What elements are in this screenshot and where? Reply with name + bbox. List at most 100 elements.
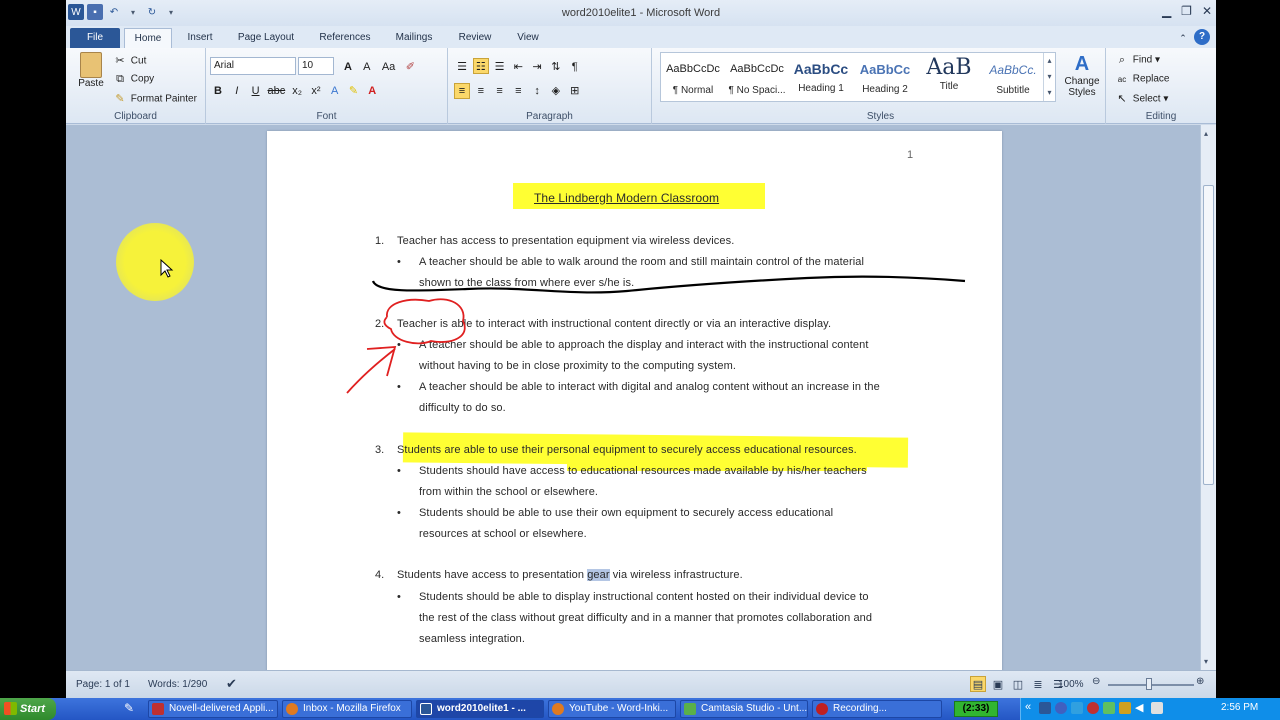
font-size-select[interactable]: 10: [298, 57, 334, 75]
scroll-up-icon[interactable]: ▴: [1204, 129, 1208, 138]
network-icon[interactable]: [1151, 702, 1163, 714]
taskbar-item-firefox[interactable]: Inbox - Mozilla Firefox: [282, 700, 412, 718]
copy-label: Copy: [130, 73, 155, 85]
superscript-icon[interactable]: x²: [308, 83, 324, 99]
restore-icon[interactable]: ❐: [1181, 4, 1192, 18]
line-spacing-icon[interactable]: ↕: [529, 83, 545, 99]
style-heading-1[interactable]: AaBbCc Heading 1: [789, 53, 853, 101]
clear-formatting-icon[interactable]: ✐: [402, 58, 418, 74]
bold-icon[interactable]: B: [210, 83, 226, 99]
copy-button[interactable]: ⧉ Copy: [112, 71, 154, 87]
show-desktop-icon[interactable]: ✎: [124, 701, 134, 715]
cut-button[interactable]: ✂ Cut: [112, 52, 146, 68]
font-family-select[interactable]: Arial: [210, 57, 296, 75]
paste-button[interactable]: Paste: [76, 52, 106, 92]
recording-timer[interactable]: (2:33): [954, 701, 998, 717]
left-black-border: [0, 0, 66, 698]
text-effects-icon[interactable]: A: [327, 83, 343, 99]
select-button[interactable]: ↖ Select ▾: [1114, 90, 1168, 106]
style-title[interactable]: AaB Title: [917, 53, 981, 101]
taskbar-item-youtube[interactable]: YouTube - Word-Inki...: [548, 700, 676, 718]
subscript-icon[interactable]: x₂: [289, 83, 305, 99]
underline-icon[interactable]: U: [248, 83, 264, 99]
shrink-font-icon[interactable]: A: [359, 59, 375, 75]
align-center-icon[interactable]: ≡: [473, 83, 489, 99]
document-page[interactable]: 1 The Lindbergh Modern Classroom 1. Teac…: [267, 131, 1002, 670]
document-area: 1 The Lindbergh Modern Classroom 1. Teac…: [66, 125, 1200, 670]
outline-icon[interactable]: ≣: [1030, 676, 1046, 692]
tray-expand-icon[interactable]: «: [1025, 701, 1031, 713]
word-count-status[interactable]: Words: 1/290: [148, 679, 207, 690]
help-icon[interactable]: ?: [1194, 29, 1210, 45]
format-painter-button[interactable]: ✎ Format Painter: [112, 90, 197, 106]
style-no-spacing[interactable]: AaBbCcDc ¶ No Spaci...: [725, 53, 789, 101]
scroll-down-icon[interactable]: ▾: [1204, 657, 1208, 666]
zoom-out-icon[interactable]: ⊖: [1092, 676, 1100, 687]
find-button[interactable]: ⌕ Find ▾: [1114, 52, 1160, 68]
tray-app-icon[interactable]: [1055, 702, 1067, 714]
change-styles-icon: A: [1074, 53, 1090, 75]
pilcrow-icon[interactable]: ¶: [567, 59, 583, 75]
italic-icon[interactable]: I: [229, 83, 245, 99]
vertical-scrollbar[interactable]: ▴ ▾: [1200, 125, 1216, 670]
print-layout-icon[interactable]: ▤: [970, 676, 986, 692]
zoom-in-icon[interactable]: ⊕: [1196, 676, 1204, 687]
font-color-icon[interactable]: A: [364, 83, 380, 99]
scroll-thumb[interactable]: [1203, 185, 1214, 485]
clock[interactable]: 2:56 PM: [1221, 702, 1258, 713]
tab-view[interactable]: View: [506, 28, 550, 48]
style-subtitle[interactable]: AaBbCc. Subtitle: [981, 53, 1045, 101]
replace-button[interactable]: ac Replace: [1114, 71, 1170, 87]
style-name: ¶ No Spaci...: [728, 85, 786, 96]
align-right-icon[interactable]: ≡: [492, 83, 508, 99]
taskbar-item-novell[interactable]: Novell-delivered Appli...: [148, 700, 278, 718]
taskbar-item-recording[interactable]: Recording...: [812, 700, 942, 718]
change-styles-button[interactable]: A Change Styles: [1062, 52, 1102, 98]
proofing-icon[interactable]: ✔: [226, 676, 237, 692]
justify-icon[interactable]: ≡: [510, 83, 526, 99]
increase-indent-icon[interactable]: ⇥: [529, 58, 545, 74]
taskbar-item-camtasia[interactable]: Camtasia Studio - Unt...: [680, 700, 808, 718]
minimize-icon[interactable]: ▁: [1162, 4, 1171, 18]
tray-app-icon[interactable]: [1103, 702, 1115, 714]
style-normal[interactable]: AaBbCcDc ¶ Normal: [661, 53, 725, 101]
zoom-slider-thumb[interactable]: [1146, 678, 1152, 690]
volume-icon[interactable]: ◀: [1135, 701, 1143, 714]
minimize-ribbon-icon[interactable]: ⌃: [1176, 28, 1190, 48]
start-button[interactable]: Start: [0, 698, 56, 720]
styles-scroll[interactable]: ▴ ▾ ▾: [1043, 53, 1055, 101]
paste-icon: [80, 52, 102, 78]
align-left-icon[interactable]: ≡: [454, 82, 470, 99]
multilevel-list-icon[interactable]: ☰: [492, 58, 508, 74]
tab-home[interactable]: Home: [124, 28, 172, 48]
tab-mailings[interactable]: Mailings: [386, 28, 442, 48]
bullets-icon[interactable]: ☰: [454, 58, 470, 74]
sort-icon[interactable]: ⇅: [548, 58, 564, 74]
borders-icon[interactable]: ⊞: [567, 82, 583, 98]
strikethrough-icon[interactable]: abc: [266, 83, 286, 99]
tray-app-icon[interactable]: [1039, 702, 1051, 714]
tray-app-icon[interactable]: [1119, 702, 1131, 714]
web-layout-icon[interactable]: ◫: [1010, 676, 1026, 692]
taskbar-item-word[interactable]: word2010elite1 - ...: [416, 700, 544, 718]
tab-references[interactable]: References: [312, 28, 378, 48]
editing-group: ⌕ Find ▾ ac Replace ↖ Select ▾ Editing: [1106, 48, 1216, 124]
tab-file[interactable]: File: [70, 28, 120, 48]
highlight-color-icon[interactable]: ✎: [345, 82, 361, 98]
zoom-level[interactable]: 100%: [1058, 679, 1084, 690]
tab-page-layout[interactable]: Page Layout: [230, 28, 302, 48]
ribbon-tabs: File Home Insert Page Layout References …: [66, 26, 1216, 48]
shading-icon[interactable]: ◈: [548, 82, 564, 98]
numbering-icon[interactable]: ☷: [472, 58, 489, 74]
page-count-status[interactable]: Page: 1 of 1: [76, 679, 130, 690]
style-heading-2[interactable]: AaBbCc Heading 2: [853, 53, 917, 101]
close-icon[interactable]: ✕: [1202, 4, 1212, 18]
tray-app-icon[interactable]: [1071, 702, 1083, 714]
change-case-icon[interactable]: Aa: [378, 59, 400, 75]
tab-review[interactable]: Review: [450, 28, 500, 48]
full-screen-reading-icon[interactable]: ▣: [990, 676, 1006, 692]
tray-app-icon[interactable]: [1087, 702, 1099, 714]
decrease-indent-icon[interactable]: ⇤: [510, 58, 526, 74]
grow-font-icon[interactable]: A: [340, 59, 356, 75]
tab-insert[interactable]: Insert: [178, 28, 222, 48]
